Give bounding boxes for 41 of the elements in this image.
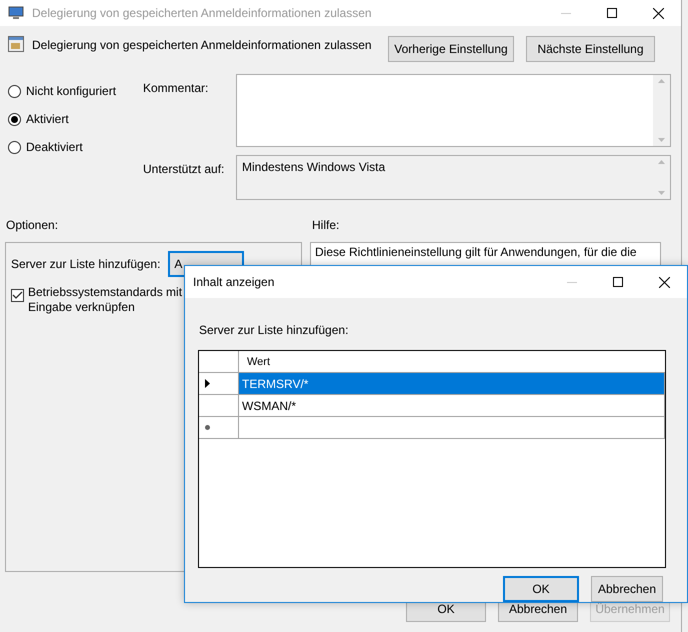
monitor-icon <box>8 6 24 20</box>
comment-field[interactable] <box>236 74 671 147</box>
help-heading: Hilfe: <box>312 218 340 234</box>
comment-label: Kommentar: <box>143 80 210 97</box>
radio-button[interactable] <box>8 140 21 154</box>
table-cell[interactable]: WSMAN/* <box>239 395 665 417</box>
radio-button[interactable] <box>8 112 21 126</box>
radio-button[interactable] <box>8 84 21 98</box>
server-list-label: Server zur Liste hinzufügen: <box>11 257 160 271</box>
table-cell[interactable]: TERMSRV/* <box>239 373 665 395</box>
current-row-icon <box>205 379 210 388</box>
supported-field: Mindestens Windows Vista <box>236 155 671 200</box>
close-icon[interactable] <box>658 276 670 288</box>
window-title: Delegierung von gespeicherten Anmeldeinformationen zulassen <box>32 6 373 20</box>
options-heading: Optionen: <box>6 218 60 234</box>
radio-label: Aktiviert <box>26 112 69 126</box>
new-row-cell[interactable] <box>239 417 665 439</box>
cancel-button[interactable]: Abbrechen <box>591 576 663 602</box>
dialog-title: Inhalt anzeigen <box>193 275 276 289</box>
minimize-icon[interactable] <box>561 12 571 14</box>
radio-label: Nicht konfiguriert <box>26 84 116 98</box>
previous-setting-button[interactable]: Vorherige Einstellung <box>388 36 514 62</box>
supported-label: Unterstützt auf: <box>143 161 226 178</box>
scroll-up-icon[interactable] <box>658 79 665 83</box>
help-text: Diese Richtlinieneinstellung gilt für Anwendungen, für die die <box>315 245 637 259</box>
close-icon[interactable] <box>652 8 664 18</box>
policy-icon <box>8 36 24 52</box>
checkbox[interactable] <box>11 289 24 302</box>
scroll-up-icon[interactable] <box>658 160 665 164</box>
new-row-icon <box>205 425 210 430</box>
maximize-icon[interactable] <box>613 277 623 287</box>
scroll-down-icon[interactable] <box>658 191 665 195</box>
setting-title: Delegierung von gespeicherten Anmeldeinformationen zulassen <box>32 37 373 54</box>
radio-label: Deaktiviert <box>26 140 83 154</box>
next-setting-button[interactable]: Nächste Einstellung <box>526 36 655 62</box>
ok-button[interactable]: OK <box>503 576 579 602</box>
row-header <box>199 351 239 373</box>
maximize-icon[interactable] <box>607 8 617 18</box>
scroll-down-icon[interactable] <box>658 138 665 142</box>
checkbox-label: Betriebssystemstandards mit Eingabe verknüpfen <box>28 285 182 315</box>
server-list-label: Server zur Liste hinzufügen: <box>199 323 350 337</box>
